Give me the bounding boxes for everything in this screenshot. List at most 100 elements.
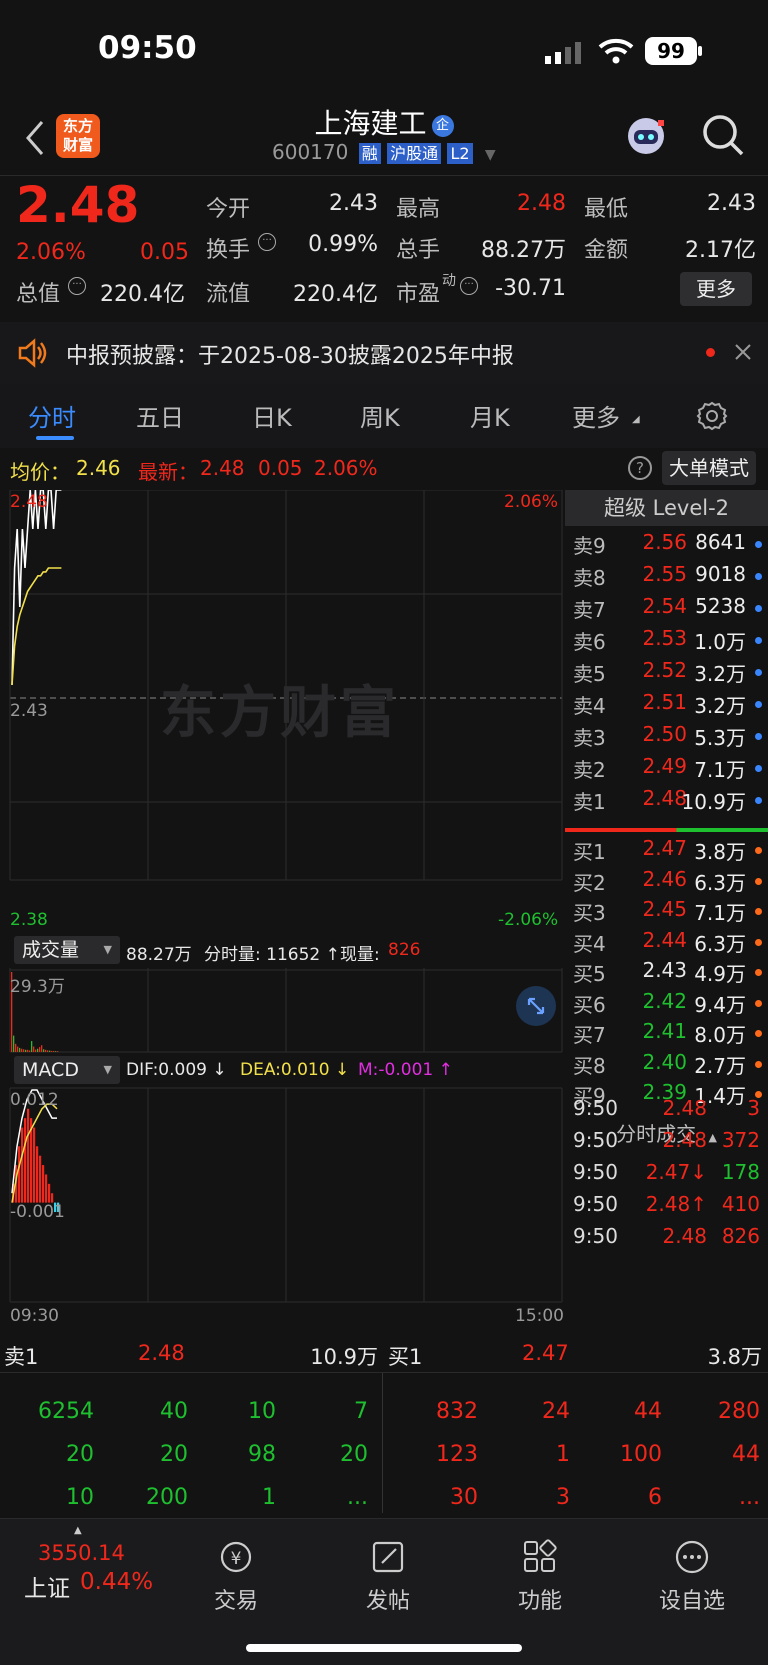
bid-row[interactable]: 买7 2.41 8.0万 [565, 1019, 768, 1051]
trade-time: 9:50 [573, 1096, 618, 1120]
bid-price: 2.45 [642, 897, 687, 921]
caret-down-icon[interactable]: ▼ [485, 147, 496, 163]
nav-trade[interactable]: ¥ 交易 [186, 1539, 286, 1615]
macd-selector[interactable]: MACD ▼ [14, 1056, 120, 1084]
ask-row[interactable]: 卖8 2.55 9018 [565, 562, 768, 594]
ask-row[interactable]: 卖7 2.54 5238 [565, 594, 768, 626]
ask-row[interactable]: 卖2 2.49 7.1万 [565, 754, 768, 786]
ask-row[interactable]: 卖4 2.51 3.2万 [565, 690, 768, 722]
price-top-label: 2.48 [10, 492, 48, 512]
bid-row[interactable]: 买1 2.47 3.8万 [565, 836, 768, 868]
tab-day-k[interactable]: 日K [252, 398, 292, 433]
ask-label: 卖7 [573, 598, 606, 622]
svg-text:¥: ¥ [231, 1549, 242, 1569]
robot-assistant-icon[interactable] [624, 114, 668, 162]
ask-label: 卖9 [573, 534, 606, 558]
tag-rong: 融 [358, 143, 381, 164]
nav-features[interactable]: 功能 [490, 1539, 590, 1615]
queue-buy-cell: 44 [634, 1399, 662, 1424]
more-button[interactable]: 更多 [680, 272, 752, 306]
tab-fenshi[interactable]: 分时 [28, 398, 76, 433]
level2-title[interactable]: 超级 Level-2 [565, 490, 768, 526]
bid-row[interactable]: 买3 2.45 7.1万 [565, 897, 768, 929]
volume-selector[interactable]: 成交量 ▼ [14, 936, 120, 964]
info-icon[interactable]: ··· [68, 277, 86, 295]
close-icon[interactable] [733, 342, 753, 366]
help-icon[interactable]: ? [628, 456, 652, 480]
nav-post-label: 发帖 [365, 1589, 410, 1614]
notice-banner[interactable]: 中报预披露：于2025-08-30披露2025年中报 [0, 322, 768, 384]
volume-bar [35, 1049, 37, 1052]
ask-row[interactable]: 卖9 2.56 8641 [565, 530, 768, 562]
bid-row[interactable]: 买6 2.42 9.4万 [565, 989, 768, 1021]
settings-gear-icon[interactable] [696, 400, 728, 436]
ask-label: 卖1 [573, 790, 606, 814]
queue-sell-cell: 98 [248, 1442, 276, 1467]
open-value: 2.43 [329, 191, 378, 216]
bid-row[interactable]: 买2 2.46 6.3万 [565, 867, 768, 899]
price-mid-label: 2.43 [10, 701, 48, 721]
macd-bottom-label: -0.001 [10, 1202, 65, 1222]
ask-price: 2.51 [642, 690, 687, 714]
bid-row[interactable]: 买8 2.40 2.7万 [565, 1050, 768, 1082]
trade-price: 2.48 [662, 1128, 707, 1152]
volume-fen-label: 分时量: 11652 ↑ [204, 945, 340, 965]
ask-row[interactable]: 卖6 2.53 1.0万 [565, 626, 768, 658]
macd-selector-label: MACD [22, 1059, 79, 1081]
index-ticker[interactable]: ▲ 3550.14 上证 0.44% [0, 1519, 170, 1609]
volume-bar [17, 1046, 19, 1052]
volume-bar [29, 1050, 31, 1052]
pe-label: 市盈 [396, 282, 441, 307]
ask-row[interactable]: 卖5 2.52 3.2万 [565, 658, 768, 690]
code-line: 600170 融 沪股通 L2 ▼ [272, 140, 496, 166]
nav-add-watchlist-label: 设自选 [658, 1589, 725, 1614]
caret-up-icon: ▲ [74, 1525, 82, 1536]
turnover-value: 0.99% [308, 232, 378, 257]
high-value: 2.48 [517, 191, 566, 216]
float-value: 220.4亿 [293, 282, 378, 307]
pct-bottom-label: -2.06% [498, 910, 559, 930]
bid-volume: 6.3万 [694, 870, 746, 895]
index-value: 3550.14 [38, 1541, 125, 1565]
tab-month-k[interactable]: 月K [470, 398, 510, 433]
bid-label: 买2 [573, 870, 606, 895]
bid-row[interactable]: 买5 2.43 4.9万 [565, 958, 768, 990]
expand-icon[interactable] [516, 986, 556, 1026]
tab-more[interactable]: 更多 [572, 398, 620, 433]
pe-info-icon[interactable]: ··· [460, 277, 478, 295]
nav-add-watchlist[interactable]: 设自选 [642, 1539, 742, 1615]
ask-price: 2.49 [642, 754, 687, 778]
intraday-chart[interactable]: 东方财富 2.48 2.06% 2.43 2.38 -2.06% 成交量 ▼ 8… [0, 490, 565, 1330]
bid-dot [755, 999, 762, 1007]
ask-volume: 1.0万 [694, 630, 746, 654]
macd-bar [39, 1155, 42, 1203]
trade-row: 9:50 2.48 3 [565, 1096, 768, 1128]
chart-info-bar: 均价： 2.46 最新： 2.48 0.05 2.06% ? 大单模式 [0, 448, 768, 490]
queue-sell-cell: 6254 [38, 1399, 94, 1424]
nav-features-label: 功能 [517, 1589, 562, 1614]
high-label: 最高 [396, 197, 441, 222]
ask-volume: 8641 [695, 530, 746, 554]
chart-canvas[interactable] [0, 490, 565, 1330]
macd-bar [42, 1165, 45, 1203]
home-indicator [246, 1644, 522, 1652]
queue-buy-cell: 6 [648, 1485, 662, 1510]
ask-row[interactable]: 卖1 2.48 10.9万 [565, 786, 768, 818]
index-pct: 0.44% [80, 1569, 154, 1595]
bid-label: 买1 [573, 840, 606, 864]
bid-row[interactable]: 买4 2.44 6.3万 [565, 928, 768, 960]
volume-bar [43, 1049, 45, 1052]
tab-week-k[interactable]: 周K [360, 398, 400, 433]
turnover-info-icon[interactable]: ··· [258, 233, 276, 251]
ask-dot [755, 669, 762, 676]
tab-five-day[interactable]: 五日 [136, 398, 184, 433]
ask-label: 卖5 [573, 662, 606, 686]
ask-dot [755, 637, 762, 644]
stock-code: 600170 [272, 140, 349, 164]
macd-bar [21, 1127, 24, 1203]
search-icon[interactable] [700, 112, 746, 162]
big-order-mode-button[interactable]: 大单模式 [662, 451, 756, 485]
nav-post[interactable]: 发帖 [338, 1539, 438, 1615]
ask-row[interactable]: 卖3 2.50 5.3万 [565, 722, 768, 754]
tag-hugutong: 沪股通 [387, 143, 442, 164]
